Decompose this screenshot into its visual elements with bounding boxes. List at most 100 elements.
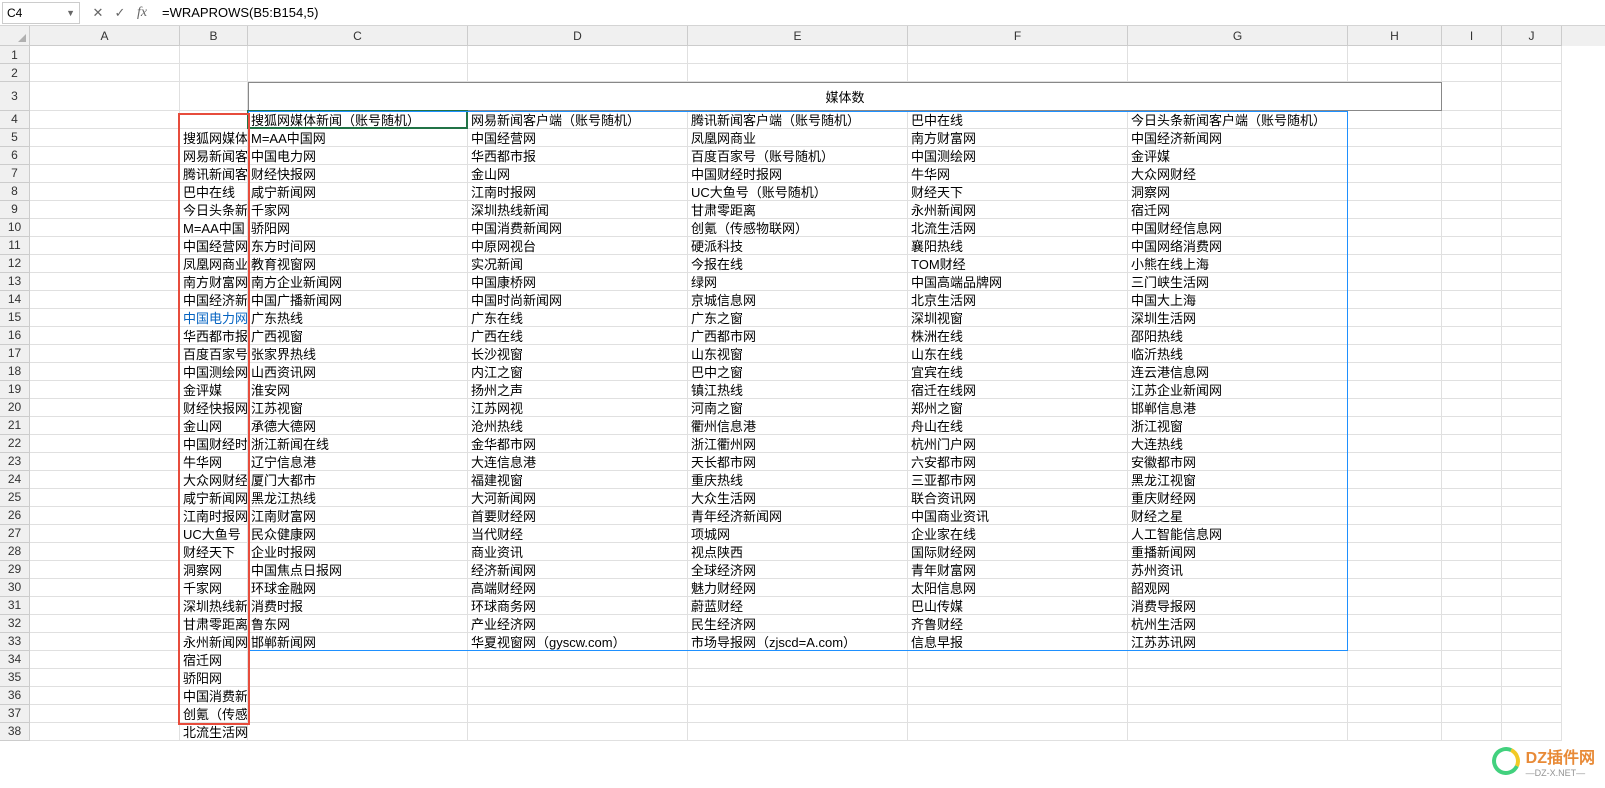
- cell[interactable]: [248, 651, 468, 669]
- row-header[interactable]: 9: [0, 201, 30, 219]
- cell[interactable]: [1442, 129, 1502, 147]
- cell[interactable]: [1502, 507, 1562, 525]
- cell[interactable]: [1442, 561, 1502, 579]
- cell[interactable]: [1502, 471, 1562, 489]
- cell[interactable]: [248, 705, 468, 723]
- cell[interactable]: [1348, 201, 1442, 219]
- cell[interactable]: [1502, 543, 1562, 561]
- cell[interactable]: 齐鲁财经: [908, 615, 1128, 633]
- cell[interactable]: 中国康桥网: [468, 273, 688, 291]
- cell[interactable]: 骄阳网: [248, 219, 468, 237]
- cell[interactable]: [1502, 525, 1562, 543]
- cell[interactable]: 承德大德网: [248, 417, 468, 435]
- cell[interactable]: 民众健康网: [248, 525, 468, 543]
- cell[interactable]: [180, 111, 248, 129]
- cell[interactable]: 大众生活网: [688, 489, 908, 507]
- cell[interactable]: [688, 46, 908, 64]
- cell[interactable]: 沧州热线: [468, 417, 688, 435]
- cell[interactable]: 金评媒: [1128, 147, 1348, 165]
- cell[interactable]: 金评媒: [180, 381, 248, 399]
- cell[interactable]: [30, 669, 180, 687]
- cell[interactable]: [1348, 489, 1442, 507]
- cell[interactable]: [1442, 201, 1502, 219]
- cancel-button[interactable]: ✕: [88, 3, 108, 23]
- cell[interactable]: [468, 651, 688, 669]
- cell[interactable]: 山西资讯网: [248, 363, 468, 381]
- cell[interactable]: [1348, 651, 1442, 669]
- cell[interactable]: [30, 705, 180, 723]
- cell[interactable]: 千家网: [248, 201, 468, 219]
- cell[interactable]: 重庆热线: [688, 471, 908, 489]
- cell[interactable]: 宿迁网: [1128, 201, 1348, 219]
- row-header[interactable]: 31: [0, 597, 30, 615]
- cell[interactable]: 中国经济新闻网: [1128, 129, 1348, 147]
- cell[interactable]: [1502, 309, 1562, 327]
- row-header[interactable]: 13: [0, 273, 30, 291]
- cell[interactable]: [180, 82, 248, 111]
- cell[interactable]: 创氪（传感物联网）: [180, 705, 248, 723]
- cell[interactable]: 深圳视窗: [908, 309, 1128, 327]
- row-header[interactable]: 27: [0, 525, 30, 543]
- cell[interactable]: [30, 579, 180, 597]
- cell[interactable]: 人工智能信息网: [1128, 525, 1348, 543]
- cell[interactable]: 甘肃零距离: [180, 615, 248, 633]
- cell[interactable]: [30, 219, 180, 237]
- cell[interactable]: [1442, 633, 1502, 651]
- cell[interactable]: [248, 723, 468, 741]
- cell[interactable]: [1442, 669, 1502, 687]
- cell[interactable]: 今日头条新: [180, 201, 248, 219]
- cell[interactable]: 视点陕西: [688, 543, 908, 561]
- merged-header-cell[interactable]: 媒体数: [248, 82, 1442, 111]
- cell[interactable]: [248, 669, 468, 687]
- cell[interactable]: 信息早报: [908, 633, 1128, 651]
- cell[interactable]: [468, 64, 688, 82]
- cell[interactable]: [1502, 111, 1562, 129]
- cell[interactable]: 内江之窗: [468, 363, 688, 381]
- cell[interactable]: 六安都市网: [908, 453, 1128, 471]
- cell[interactable]: [1442, 435, 1502, 453]
- cell[interactable]: [1502, 561, 1562, 579]
- cell[interactable]: 三亚都市网: [908, 471, 1128, 489]
- cell[interactable]: [1442, 723, 1502, 741]
- cell[interactable]: [1348, 687, 1442, 705]
- cell[interactable]: 实况新闻: [468, 255, 688, 273]
- cell[interactable]: 硬派科技: [688, 237, 908, 255]
- cell[interactable]: 江南时报网: [468, 183, 688, 201]
- cell[interactable]: [1348, 255, 1442, 273]
- row-header[interactable]: 17: [0, 345, 30, 363]
- cell[interactable]: [908, 64, 1128, 82]
- cell[interactable]: [1348, 399, 1442, 417]
- cell[interactable]: [30, 165, 180, 183]
- cell[interactable]: 环球商务网: [468, 597, 688, 615]
- cell[interactable]: 衢州信息港: [688, 417, 908, 435]
- cell[interactable]: [908, 46, 1128, 64]
- cell[interactable]: [908, 687, 1128, 705]
- cell[interactable]: 财经之星: [1128, 507, 1348, 525]
- cell[interactable]: 广西视窗: [248, 327, 468, 345]
- cell[interactable]: [1442, 525, 1502, 543]
- row-header[interactable]: 34: [0, 651, 30, 669]
- cell[interactable]: [1502, 381, 1562, 399]
- cell[interactable]: [1442, 579, 1502, 597]
- cell[interactable]: 株洲在线: [908, 327, 1128, 345]
- cell[interactable]: [1502, 669, 1562, 687]
- column-header-A[interactable]: A: [30, 26, 180, 46]
- cell[interactable]: [1348, 525, 1442, 543]
- cell[interactable]: [1348, 111, 1442, 129]
- cell[interactable]: 宿迁在线网: [908, 381, 1128, 399]
- cell[interactable]: 浙江视窗: [1128, 417, 1348, 435]
- cell[interactable]: [1502, 723, 1562, 741]
- cell[interactable]: 江苏网视: [468, 399, 688, 417]
- row-header[interactable]: 36: [0, 687, 30, 705]
- cell[interactable]: [1442, 82, 1502, 111]
- cell[interactable]: [1502, 219, 1562, 237]
- cell[interactable]: [1502, 255, 1562, 273]
- cell[interactable]: 北流生活网: [908, 219, 1128, 237]
- cell[interactable]: [1442, 453, 1502, 471]
- cell[interactable]: [30, 363, 180, 381]
- cell[interactable]: [1442, 183, 1502, 201]
- cell[interactable]: [1502, 597, 1562, 615]
- cell[interactable]: [30, 615, 180, 633]
- cell[interactable]: [1348, 669, 1442, 687]
- cell[interactable]: [1442, 543, 1502, 561]
